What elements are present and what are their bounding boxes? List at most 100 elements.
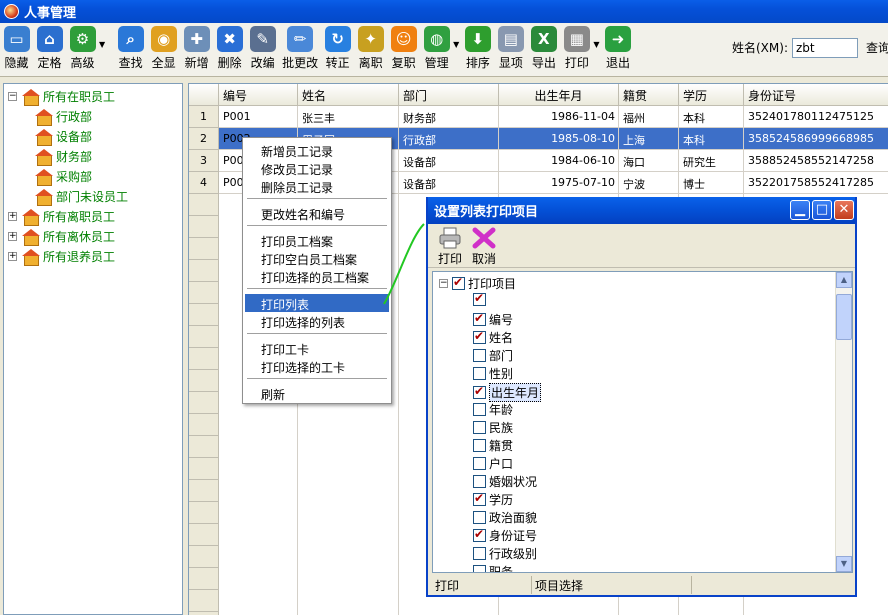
- chevron-down-icon[interactable]: ▼: [99, 40, 105, 49]
- tree-node[interactable]: − 所有在职员工: [8, 88, 115, 106]
- grid-cell[interactable]: 352201758552417285: [744, 172, 888, 194]
- grid-cell[interactable]: 海口: [619, 150, 679, 172]
- tree-expander-icon[interactable]: +: [8, 252, 17, 261]
- row-header[interactable]: 3: [189, 150, 219, 172]
- vertical-scrollbar[interactable]: ▲ ▼: [835, 272, 852, 572]
- toolbar-button-16[interactable]: ▦ 打印: [563, 26, 590, 71]
- grid-cell[interactable]: 研究生: [679, 150, 744, 172]
- print-item[interactable]: 性别: [473, 365, 513, 382]
- grid-cell[interactable]: 1986-11-04: [499, 106, 619, 128]
- search-input[interactable]: [792, 38, 858, 58]
- tree-expander-icon[interactable]: +: [8, 232, 17, 241]
- menu-item[interactable]: 打印列表: [245, 294, 389, 312]
- menu-item[interactable]: 新增员工记录: [245, 141, 389, 159]
- menu-item[interactable]: 打印空白员工档案: [245, 249, 389, 267]
- print-item[interactable]: 出生年月: [473, 383, 542, 402]
- item-checkbox[interactable]: [473, 565, 486, 572]
- tree-node[interactable]: 部门未设员工: [34, 188, 128, 206]
- row-header[interactable]: [189, 458, 219, 480]
- grid-cell[interactable]: 352401780112475125: [744, 106, 888, 128]
- maximize-button[interactable]: □: [812, 200, 832, 220]
- print-item[interactable]: 编号: [473, 311, 513, 328]
- item-checkbox[interactable]: [473, 367, 486, 380]
- toolbar-button-15[interactable]: X 导出: [530, 26, 557, 71]
- item-checkbox[interactable]: [473, 439, 486, 452]
- menu-item[interactable]: 修改员工记录: [245, 159, 389, 177]
- tree-node[interactable]: 设备部: [34, 128, 92, 146]
- toolbar-button-6[interactable]: ✖ 删除: [216, 26, 243, 71]
- toolbar-button-8[interactable]: ✏ 批更改: [282, 26, 318, 71]
- item-checkbox[interactable]: [473, 547, 486, 560]
- row-header[interactable]: 2: [189, 128, 219, 150]
- item-checkbox[interactable]: [473, 403, 486, 416]
- toolbar-button-0[interactable]: ▭ 隐藏: [3, 26, 30, 71]
- toolbar-button-17[interactable]: ➜ 退出: [604, 26, 631, 71]
- item-checkbox[interactable]: [473, 457, 486, 470]
- item-checkbox[interactable]: [473, 291, 486, 306]
- print-items-root[interactable]: − 打印项目: [439, 275, 516, 292]
- tree-node[interactable]: + 所有退养员工: [8, 248, 115, 266]
- toolbar-button-2[interactable]: ⚙ 高级: [69, 26, 96, 71]
- chevron-down-icon[interactable]: ▼: [453, 40, 459, 49]
- menu-item[interactable]: 刷新: [245, 384, 389, 402]
- scroll-up-icon[interactable]: ▲: [836, 272, 852, 288]
- row-header[interactable]: [189, 524, 219, 546]
- row-header[interactable]: [189, 260, 219, 282]
- row-header[interactable]: [189, 480, 219, 502]
- item-checkbox[interactable]: [473, 527, 486, 542]
- row-header[interactable]: [189, 348, 219, 370]
- tree-node[interactable]: 采购部: [34, 168, 92, 186]
- item-checkbox[interactable]: [473, 421, 486, 434]
- tree-node[interactable]: + 所有离职员工: [8, 208, 115, 226]
- menu-item[interactable]: 打印选择的员工档案: [245, 267, 389, 285]
- grid-cell[interactable]: 财务部: [399, 106, 499, 128]
- grid-cell[interactable]: 设备部: [399, 172, 499, 194]
- print-item[interactable]: 婚姻状况: [473, 473, 537, 490]
- toolbar-button-4[interactable]: ◉ 全显: [150, 26, 177, 71]
- grid-cell[interactable]: 358852458552147258: [744, 150, 888, 172]
- row-header[interactable]: [189, 414, 219, 436]
- row-header[interactable]: 4: [189, 172, 219, 194]
- print-item[interactable]: 籍贯: [473, 437, 513, 454]
- query-button[interactable]: 查询: [866, 39, 888, 56]
- toolbar-button-12[interactable]: ◍ 管理: [423, 26, 450, 71]
- toolbar-button-14[interactable]: ▤ 显项: [497, 26, 524, 71]
- grid-cell[interactable]: 宁波: [619, 172, 679, 194]
- print-item[interactable]: [473, 291, 489, 306]
- column-header[interactable]: 身份证号: [744, 84, 888, 106]
- grid-cell[interactable]: 358524586999668985: [744, 128, 888, 150]
- print-item[interactable]: 行政级别: [473, 545, 537, 562]
- row-header[interactable]: [189, 304, 219, 326]
- menu-item[interactable]: 删除员工记录: [245, 177, 389, 195]
- toolbar-button-5[interactable]: ✚ 新增: [183, 26, 210, 71]
- row-header[interactable]: [189, 436, 219, 458]
- grid-cell[interactable]: 本科: [679, 106, 744, 128]
- grid-cell[interactable]: 1984-06-10: [499, 150, 619, 172]
- toolbar-button-10[interactable]: ✦ 离职: [357, 26, 384, 71]
- print-item[interactable]: 职务: [473, 563, 513, 572]
- toolbar-button-11[interactable]: ☺ 复职: [390, 26, 417, 71]
- toolbar-button-1[interactable]: ⌂ 定格: [36, 26, 63, 71]
- print-item[interactable]: 部门: [473, 347, 513, 364]
- item-checkbox[interactable]: [473, 311, 486, 326]
- print-item[interactable]: 年龄: [473, 401, 513, 418]
- root-checkbox[interactable]: [452, 275, 465, 290]
- column-header[interactable]: 部门: [399, 84, 499, 106]
- minimize-button[interactable]: ▁: [790, 200, 810, 220]
- grid-cell[interactable]: 1975-07-10: [499, 172, 619, 194]
- dialog-cancel-button[interactable]: 取消: [472, 227, 496, 267]
- menu-item[interactable]: 更改姓名和编号: [245, 204, 389, 222]
- toolbar-button-13[interactable]: ⬇ 排序: [464, 26, 491, 71]
- toolbar-button-7[interactable]: ✎ 改编: [249, 26, 276, 71]
- column-header[interactable]: 籍贯: [619, 84, 679, 106]
- print-item[interactable]: 政治面貌: [473, 509, 537, 526]
- chevron-down-icon[interactable]: ▼: [593, 40, 599, 49]
- menu-item[interactable]: 打印选择的列表: [245, 312, 389, 330]
- print-item[interactable]: 身份证号: [473, 527, 537, 544]
- item-checkbox[interactable]: [473, 384, 486, 399]
- grid-cell[interactable]: 1985-08-10: [499, 128, 619, 150]
- tree-collapse-icon[interactable]: −: [439, 279, 448, 288]
- item-checkbox[interactable]: [473, 349, 486, 362]
- grid-cell[interactable]: 张三丰: [298, 106, 399, 128]
- tree-expander-icon[interactable]: +: [8, 212, 17, 221]
